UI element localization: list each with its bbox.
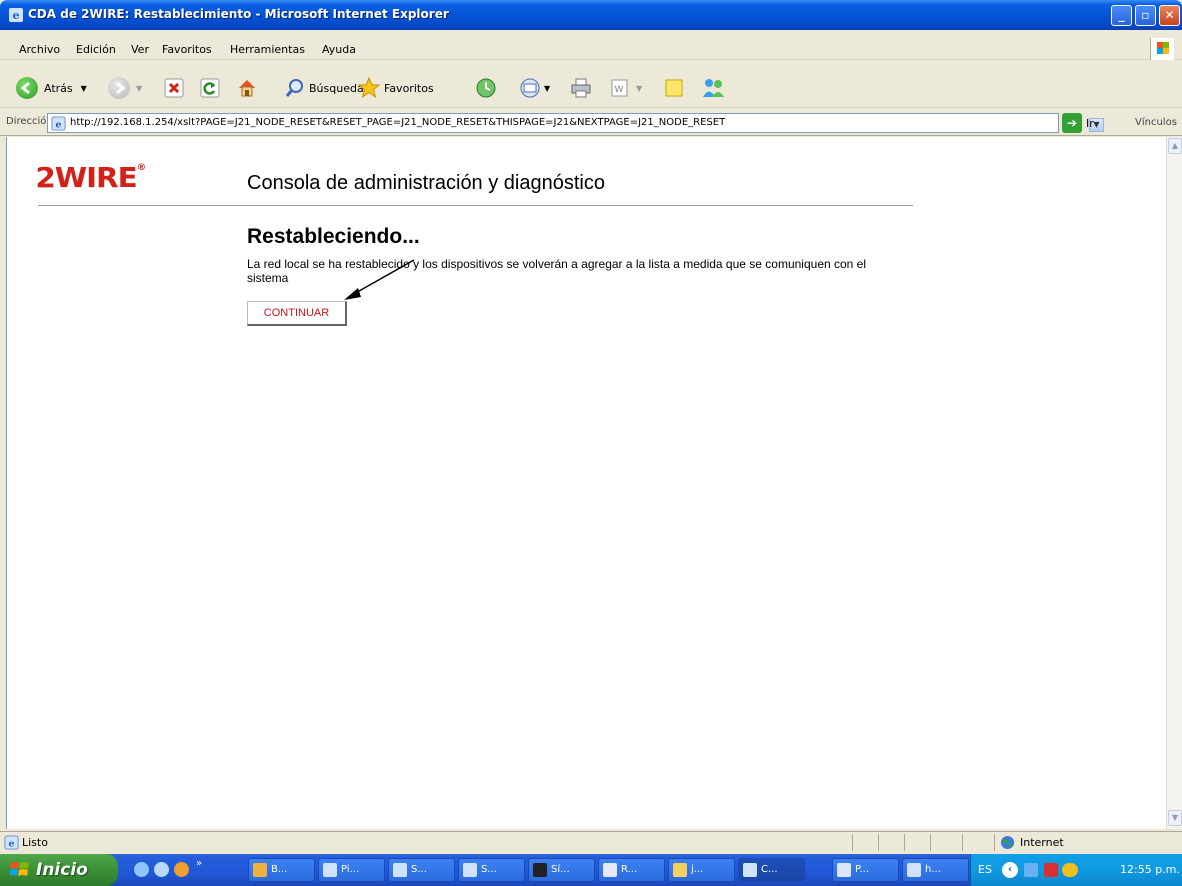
taskbar-button-4[interactable]: S...: [458, 858, 525, 882]
windows-logo-icon: [10, 862, 29, 876]
taskbar-button-1[interactable]: B...: [248, 858, 315, 882]
status-text: Listo: [22, 836, 48, 849]
continue-button[interactable]: CONTINUAR: [247, 301, 347, 326]
reset-heading: Restableciendo...: [247, 225, 420, 248]
history-icon: [476, 78, 496, 98]
quicklaunch-overflow-icon[interactable]: »: [196, 858, 202, 869]
logo-registered: ®: [136, 163, 146, 173]
messenger-icon: [703, 79, 724, 97]
star-icon: [358, 77, 380, 99]
menu-archivo[interactable]: Archivo: [19, 43, 60, 56]
address-input[interactable]: e http://192.168.1.254/xslt?PAGE=J21_NOD…: [47, 113, 1104, 133]
security-zone: Internet: [1020, 836, 1064, 849]
toolbar: Atrás ▼ ▼ Búsqueda Favoritos ▼ W ▼: [0, 66, 1182, 108]
edit-word-button[interactable]: W ▼: [610, 76, 642, 100]
network-tray-icon[interactable]: [1024, 863, 1038, 877]
antivirus-tray-icon[interactable]: [1044, 863, 1058, 877]
minimize-button[interactable]: _: [1111, 5, 1132, 26]
messenger-tray-icon[interactable]: [1062, 863, 1078, 877]
menu-bar: Archivo Edición Ver Favoritos Herramient…: [0, 38, 1182, 60]
back-button[interactable]: Atrás ▼: [16, 76, 87, 100]
window-title: CDA de 2WIRE: Restablecimiento - Microso…: [28, 7, 449, 21]
back-label: Atrás: [44, 81, 73, 95]
ie-icon: e: [9, 8, 23, 22]
refresh-icon: [200, 78, 220, 98]
logo-text: 2WIRE: [35, 161, 137, 194]
note-icon: [665, 79, 683, 97]
word-icon: W: [611, 79, 628, 97]
forward-arrow-icon: [108, 77, 130, 99]
clock[interactable]: 12:55 p.m.: [1120, 863, 1180, 876]
windows-flag-icon: [1150, 38, 1174, 60]
back-dropdown-icon[interactable]: ▼: [81, 84, 87, 93]
favorites-button[interactable]: Favoritos: [358, 76, 434, 100]
page-done-icon: e: [4, 835, 19, 850]
taskbar-button-5[interactable]: Sí...: [528, 858, 595, 882]
stop-button[interactable]: [164, 76, 184, 100]
forward-dropdown-icon[interactable]: ▼: [136, 84, 142, 93]
2wire-logo: 2WIRE®: [35, 161, 146, 194]
status-bar: e Listo Internet: [0, 831, 1182, 853]
messenger-button[interactable]: [700, 76, 726, 100]
search-icon: [285, 79, 303, 97]
refresh-button[interactable]: [200, 76, 220, 100]
taskbar-button-8[interactable]: C...: [738, 858, 805, 882]
taskbar-button-3[interactable]: S...: [388, 858, 455, 882]
svg-text:e: e: [13, 9, 20, 22]
page-viewport: [6, 137, 1166, 829]
address-url: http://192.168.1.254/xslt?PAGE=J21_NODE_…: [70, 117, 726, 128]
menu-ver[interactable]: Ver: [131, 43, 149, 56]
stop-icon: [164, 78, 184, 98]
back-arrow-icon: [16, 77, 38, 99]
history-button[interactable]: [475, 76, 497, 100]
svg-text:W: W: [615, 85, 624, 95]
menu-favoritos[interactable]: Favoritos: [162, 43, 212, 56]
page-title: Consola de administración y diagnóstico: [247, 172, 605, 194]
address-bar: Dirección e http://192.168.1.254/xslt?PA…: [0, 110, 1182, 136]
go-arrow-icon[interactable]: ➔: [1062, 113, 1082, 133]
start-button[interactable]: Inicio: [0, 854, 118, 886]
vertical-scrollbar[interactable]: ▲ ▼: [1166, 137, 1182, 829]
svg-text:e: e: [9, 838, 15, 849]
header-divider: [38, 205, 913, 206]
links-button[interactable]: Vínculos: [1135, 117, 1177, 128]
menu-ayuda[interactable]: Ayuda: [322, 43, 356, 56]
taskbar-button-9[interactable]: P...: [832, 858, 899, 882]
menu-herramientas[interactable]: Herramientas: [230, 43, 305, 56]
printer-icon: [571, 78, 591, 98]
home-button[interactable]: [236, 76, 258, 100]
taskbar-button-7[interactable]: j...: [668, 858, 735, 882]
menu-edicion[interactable]: Edición: [76, 43, 116, 56]
taskbar-button-2[interactable]: Pi...: [318, 858, 385, 882]
search-label: Búsqueda: [309, 81, 364, 95]
close-button[interactable]: ✕: [1159, 5, 1180, 26]
tray-expand-icon[interactable]: ‹: [1002, 862, 1018, 878]
mail-icon: [520, 78, 540, 98]
language-indicator[interactable]: ES: [978, 863, 992, 876]
mail-button[interactable]: ▼: [520, 76, 550, 100]
scroll-up-icon[interactable]: ▲: [1168, 138, 1182, 154]
mail-dropdown-icon[interactable]: ▼: [544, 84, 550, 93]
page-icon: e: [51, 116, 66, 131]
svg-text:e: e: [56, 119, 62, 130]
forward-button[interactable]: ▼: [108, 76, 142, 100]
annotation-arrow-icon: [344, 259, 415, 300]
taskbar-button-10[interactable]: h...: [902, 858, 969, 882]
quicklaunch-browser-icon[interactable]: [154, 862, 169, 880]
quicklaunch-ie-icon[interactable]: [134, 862, 149, 880]
home-icon: [239, 80, 255, 97]
taskbar-button-6[interactable]: R...: [598, 858, 665, 882]
discuss-button[interactable]: [664, 76, 686, 100]
address-label: Dirección: [6, 116, 53, 127]
internet-globe-icon: [1000, 835, 1015, 850]
go-button[interactable]: Ir: [1086, 117, 1094, 130]
maximize-button[interactable]: ▫: [1135, 5, 1156, 26]
start-label: Inicio: [36, 860, 88, 880]
favorites-label: Favoritos: [384, 81, 434, 95]
print-button[interactable]: [570, 76, 592, 100]
quicklaunch-media-icon[interactable]: [174, 862, 189, 880]
search-button[interactable]: Búsqueda: [285, 76, 364, 100]
scroll-down-icon[interactable]: ▼: [1168, 810, 1182, 826]
edit-dropdown-icon[interactable]: ▼: [636, 84, 642, 93]
